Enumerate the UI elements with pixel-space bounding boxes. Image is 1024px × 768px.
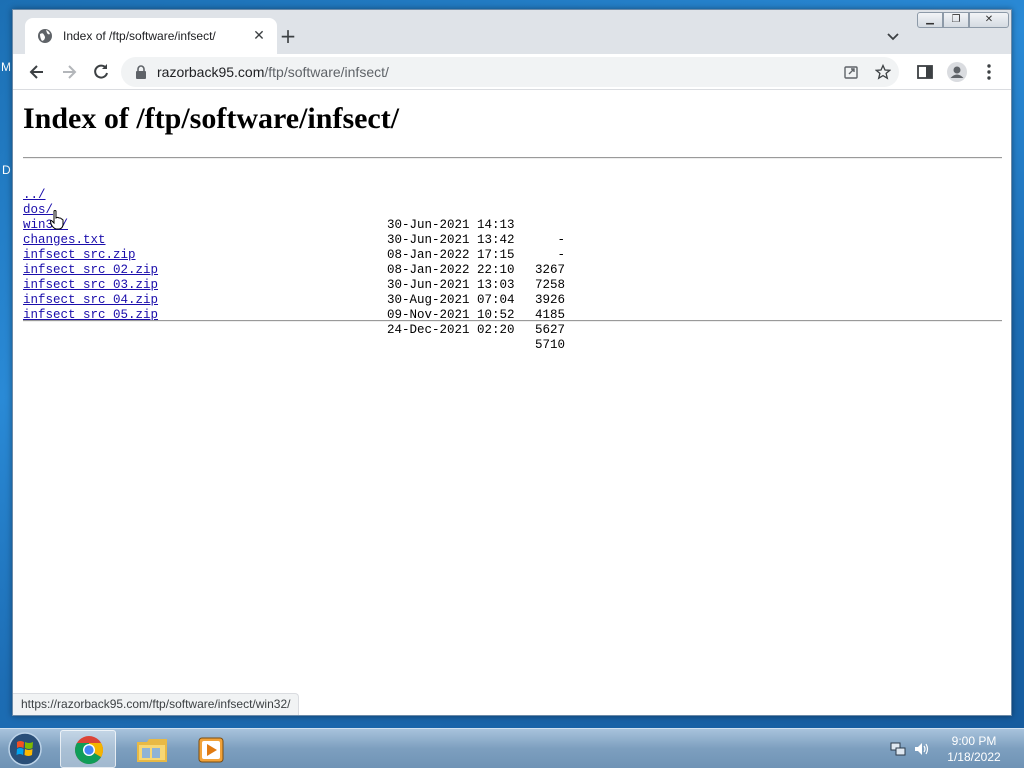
tab-strip: Index of /ftp/software/infsect/ ✕ + ▁ ❐ … [13, 10, 1011, 54]
file-size: 5627 [534, 323, 565, 337]
profile-avatar-icon[interactable] [947, 62, 967, 82]
minimize-button[interactable]: ▁ [917, 12, 943, 28]
desktop-icon-label: D [2, 163, 11, 177]
restore-button[interactable]: ❐ [943, 12, 969, 28]
close-window-button[interactable]: ✕ [969, 12, 1009, 28]
file-size: - [557, 233, 565, 247]
list-item: infsect_src_03.zip 30-Aug-2021 07:04 418… [23, 263, 565, 322]
browser-window: Index of /ftp/software/infsect/ ✕ + ▁ ❐ … [12, 9, 1012, 716]
menu-kebab-icon[interactable] [979, 62, 999, 82]
folder-icon [137, 739, 167, 762]
url-path: /ftp/software/infsect/ [264, 64, 389, 80]
taskbar-chrome[interactable] [60, 730, 116, 768]
new-tab-button[interactable]: + [277, 26, 299, 48]
list-item: infsect_src_05.zip 24-Dec-2021 02:20 571… [23, 293, 565, 352]
clock-time: 9:00 PM [951, 734, 997, 748]
chrome-icon [75, 736, 103, 764]
star-icon[interactable] [875, 64, 891, 80]
desktop-icon-label: M [1, 60, 11, 74]
forward-arrow-icon[interactable] [59, 62, 79, 82]
share-icon[interactable] [843, 64, 859, 80]
file-size: 3267 [534, 263, 565, 277]
media-player-icon [198, 737, 224, 763]
close-tab-icon[interactable]: ✕ [251, 28, 267, 44]
url-text: razorback95.com/ftp/software/infsect/ [157, 64, 389, 80]
status-bar-url: https://razorback95.com/ftp/software/inf… [13, 693, 300, 715]
page-title: Index of /ftp/software/infsect/ [23, 102, 400, 135]
file-date: 30-Aug-2021 07:04 [387, 293, 515, 307]
hand-cursor-icon [50, 210, 64, 230]
file-size: 5710 [534, 338, 565, 352]
lock-icon[interactable] [135, 65, 147, 79]
list-item: dos/ 30-Jun-2021 14:13 - [23, 188, 565, 247]
network-icon[interactable] [890, 741, 906, 757]
address-bar[interactable]: razorback95.com/ftp/software/infsect/ [121, 57, 899, 87]
file-date: 08-Jan-2022 22:10 [387, 263, 515, 277]
reload-icon[interactable] [91, 62, 111, 82]
tab-title: Index of /ftp/software/infsect/ [63, 29, 216, 43]
tab-active[interactable]: Index of /ftp/software/infsect/ ✕ [25, 18, 277, 54]
file-size: 7258 [534, 278, 565, 292]
divider-top [23, 157, 1002, 159]
divider-bottom [23, 320, 1002, 322]
taskbar-media-player[interactable] [182, 730, 238, 768]
globe-icon [38, 29, 52, 43]
file-date: 08-Jan-2022 17:15 [387, 248, 515, 262]
page-content: Index of /ftp/software/infsect/ ../ dos/… [13, 91, 1011, 715]
file-date: 30-Jun-2021 14:13 [387, 218, 515, 232]
url-host: razorback95.com [157, 64, 265, 80]
list-item: infsect_src_04.zip 09-Nov-2021 10:52 562… [23, 278, 565, 337]
file-date: 30-Jun-2021 13:42 [387, 233, 515, 247]
side-panel-icon[interactable] [915, 62, 935, 82]
file-date: 30-Jun-2021 13:03 [387, 278, 515, 292]
list-item: infsect_src.zip 08-Jan-2022 22:10 7258 [23, 233, 565, 292]
file-date: 24-Dec-2021 02:20 [387, 323, 515, 337]
list-item: infsect_src_02.zip 30-Jun-2021 13:03 392… [23, 248, 565, 307]
file-size: 3926 [534, 293, 565, 307]
file-size: - [557, 248, 565, 262]
clock[interactable]: 9:00 PM 1/18/2022 [940, 733, 1008, 765]
clock-date: 1/18/2022 [947, 750, 1001, 764]
volume-icon[interactable] [914, 741, 930, 757]
taskbar-explorer[interactable] [124, 730, 180, 768]
list-item: ../ [23, 173, 83, 202]
file-listing: ../ dos/ 30-Jun-2021 14:13 - win32/ 30-J… [23, 173, 565, 352]
start-button-icon[interactable] [6, 731, 44, 767]
taskbar: 9:00 PM 1/18/2022 [0, 728, 1024, 768]
tab-search-icon[interactable] [885, 28, 901, 44]
browser-toolbar: razorback95.com/ftp/software/infsect/ [13, 54, 1011, 90]
back-arrow-icon[interactable] [27, 62, 47, 82]
